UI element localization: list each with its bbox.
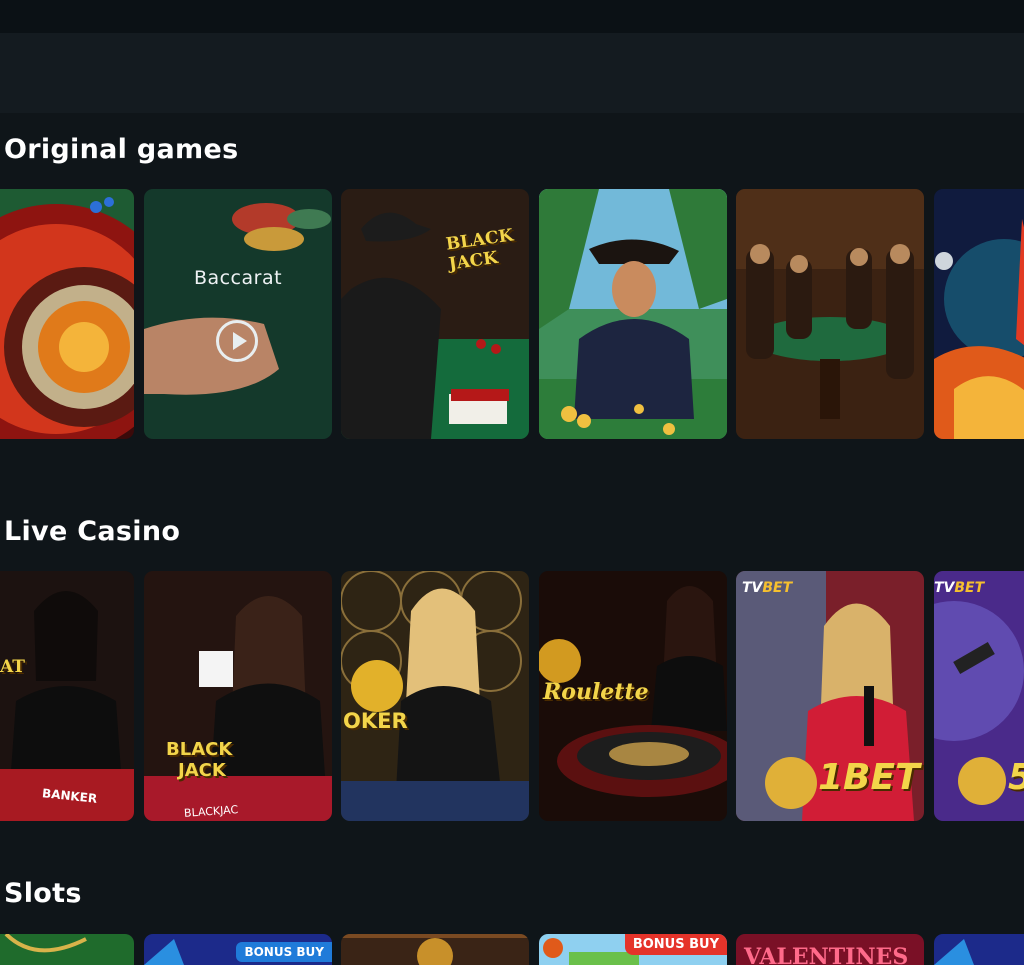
slots-row: BONUS BUY BONUS BUY VALENTINES (0, 934, 1024, 965)
slot-card-bright[interactable]: BONUS BUY (539, 934, 727, 965)
valentines-title: VALENTINES (744, 944, 909, 965)
live-card-poker[interactable]: OKER (341, 571, 529, 821)
game-card-rocket[interactable] (934, 189, 1024, 439)
slot-card-blue-2[interactable] (934, 934, 1024, 965)
section-title-original-games: Original games (4, 134, 239, 165)
section-title-slots: Slots (4, 878, 82, 909)
baccarat-overlay-title: Baccarat (193, 267, 283, 289)
promo-banner[interactable] (0, 33, 1024, 113)
game-card-pirate[interactable] (539, 189, 727, 439)
slot-card-valentine[interactable]: VALENTINES (736, 934, 924, 965)
top-bar (0, 0, 1024, 33)
live-blackjack-word: BLACK JACK (166, 739, 233, 781)
live-card-blackjack[interactable]: BLACK JACK BLACKJAC (144, 571, 332, 821)
live-casino-row: AT BANKER BLACK JACK BLACKJAC OKER Roule… (0, 571, 1024, 821)
game-card-cowboys-poker[interactable] (736, 189, 924, 439)
tvbet-logo-2: TVBET (934, 580, 985, 596)
bonus-buy-badge: BONUS BUY (236, 942, 332, 962)
tvbet-1bet-title: 1BET (818, 757, 920, 798)
live-roulette-word: Roulette (543, 679, 649, 705)
slot-card-egypt[interactable] (341, 934, 529, 965)
slot-card-green[interactable] (0, 934, 134, 965)
live-poker-word: OKER (343, 709, 408, 733)
slot-card-blue[interactable]: BONUS BUY (144, 934, 332, 965)
live-card-baccarat[interactable]: AT BANKER (0, 571, 134, 821)
live-baccarat-word: AT (0, 657, 25, 677)
tvbet-5bet-title: 5 (1008, 757, 1024, 798)
live-card-tvbet-5bet[interactable]: TVBET 5 (934, 571, 1024, 821)
game-card-roulette[interactable] (0, 189, 134, 439)
section-title-live-casino: Live Casino (4, 516, 181, 547)
live-card-roulette[interactable]: Roulette (539, 571, 727, 821)
game-card-baccarat[interactable]: Baccarat (144, 189, 332, 439)
bonus-buy-badge-2: BONUS BUY (624, 934, 727, 955)
original-games-row: Baccarat BLACK JACK (0, 189, 1024, 439)
game-card-blackjack[interactable]: BLACK JACK (341, 189, 529, 439)
live-card-tvbet-1bet[interactable]: TVBET 1BET (736, 571, 924, 821)
play-icon[interactable] (216, 320, 258, 362)
tvbet-logo: TVBET (742, 580, 793, 596)
